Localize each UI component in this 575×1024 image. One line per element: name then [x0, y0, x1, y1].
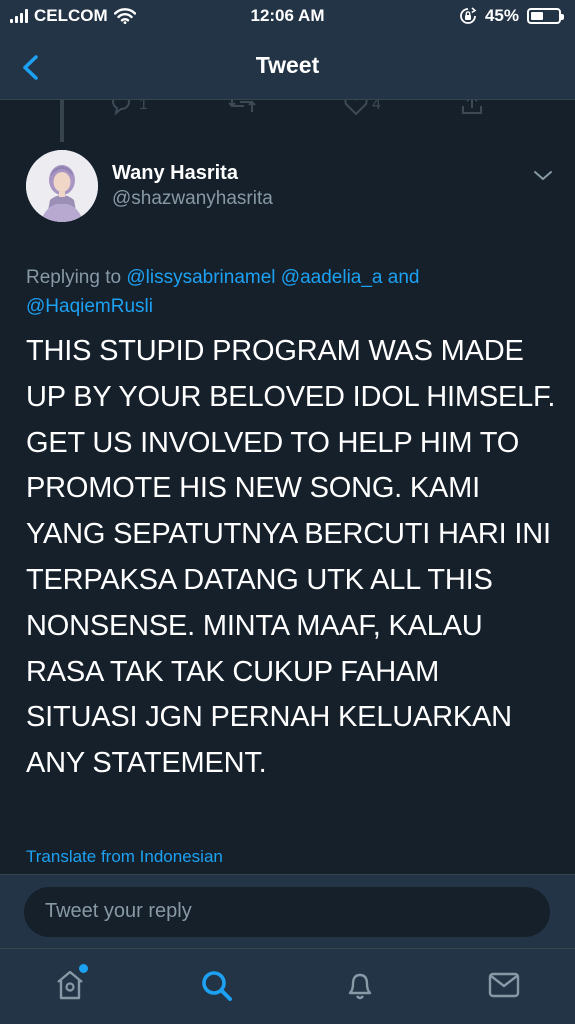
- like-icon[interactable]: [343, 100, 369, 116]
- tab-notifications[interactable]: [340, 965, 380, 1005]
- bell-icon: [348, 973, 372, 1000]
- tweet-detail-screen: CELCOM 12:06 AM 45% Tweet 1 4 Wany Hasri…: [0, 0, 575, 1024]
- reply-icon[interactable]: [110, 100, 134, 116]
- reply-bar: Tweet your reply: [0, 874, 575, 948]
- navigation-bar: Tweet: [0, 34, 575, 100]
- tweet-text: THIS STUPID PROGRAM WAS MADE UP BY YOUR …: [26, 335, 556, 780]
- avatar[interactable]: [26, 150, 98, 222]
- mention-joiner[interactable]: and: [383, 267, 420, 288]
- status-bar: CELCOM 12:06 AM 45%: [0, 0, 575, 34]
- replying-to: Replying to @lissysabrinamel @aadelia_a …: [26, 263, 556, 321]
- battery-percent: 45%: [484, 6, 519, 25]
- page-title: Tweet: [255, 52, 320, 78]
- rotation-lock-icon: [460, 7, 477, 24]
- author-name[interactable]: Wany Hasrita: [112, 162, 238, 185]
- author-handle[interactable]: @shazwanyhasrita: [112, 188, 273, 210]
- reply-count: 1: [139, 100, 148, 113]
- replying-prefix: Replying to: [26, 267, 127, 288]
- previous-tweet-actions: 1 4: [0, 100, 575, 122]
- tab-search[interactable]: [196, 965, 236, 1005]
- author-photo-icon: [26, 150, 98, 222]
- mention-link[interactable]: @lissysabrinamel: [126, 267, 275, 288]
- tab-bar: [0, 948, 575, 1024]
- thread-connector-line: [60, 100, 64, 142]
- mail-icon: [488, 972, 520, 998]
- battery-fill: [531, 12, 543, 20]
- reply-input[interactable]: Tweet your reply: [24, 887, 550, 937]
- tab-home[interactable]: [50, 964, 90, 1005]
- mention-link[interactable]: @aadelia_a: [281, 267, 383, 288]
- notification-dot: [79, 964, 88, 973]
- share-icon[interactable]: [460, 100, 484, 116]
- search-icon: [202, 971, 232, 1001]
- like-count: 4: [372, 100, 381, 113]
- mention-link[interactable]: @HaqiemRusli: [26, 296, 153, 317]
- battery-icon: [527, 8, 564, 24]
- translate-link[interactable]: Translate from Indonesian: [26, 847, 223, 867]
- retweet-icon[interactable]: [228, 100, 256, 114]
- chevron-down-icon[interactable]: [532, 166, 554, 186]
- status-right-group: 45%: [459, 6, 564, 26]
- tab-messages[interactable]: [484, 965, 524, 1005]
